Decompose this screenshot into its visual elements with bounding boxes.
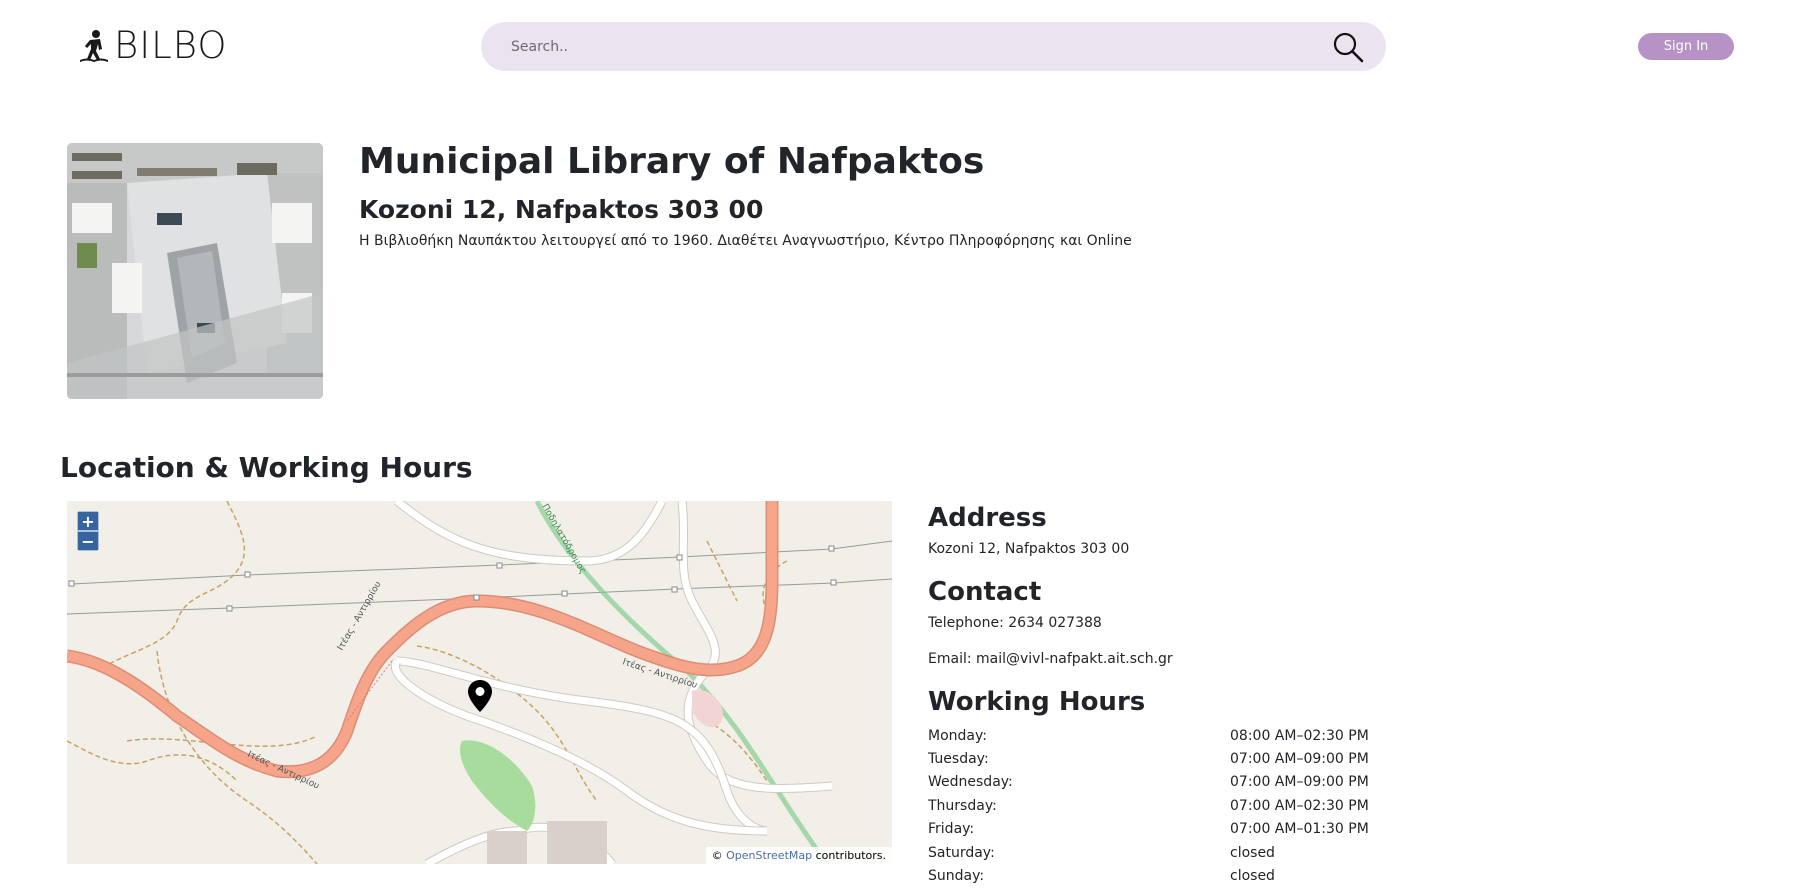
map-zoom-controls: + − — [77, 511, 99, 551]
email-text: Email: mail@vivl-nafpakt.ait.sch.gr — [928, 651, 1173, 667]
zoom-in-button[interactable]: + — [77, 511, 99, 531]
location-map[interactable]: Ιτέας - Αντιρρίου Ιτέας - Αντιρρίου Ιτέα… — [67, 501, 892, 864]
library-name: Municipal Library of Nafpaktos — [359, 141, 985, 182]
hours-row: Monday: 08:00 AM–02:30 PM — [928, 724, 1388, 747]
library-address: Kozoni 12, Nafpaktos 303 00 — [359, 195, 764, 224]
hours-day: Tuesday: — [928, 751, 989, 768]
hours-day: Saturday: — [928, 844, 995, 861]
openstreetmap-link[interactable]: OpenStreetMap — [726, 849, 812, 862]
library-description: Η Βιβλιοθήκη Ναυπάκτου λειτουργεί από το… — [359, 233, 1132, 249]
search-input[interactable] — [481, 22, 1301, 71]
hours-row: Wednesday: 07:00 AM–09:00 PM — [928, 771, 1388, 794]
logo-text: BILBO — [114, 24, 228, 67]
hours-row: Tuesday: 07:00 AM–09:00 PM — [928, 747, 1388, 770]
attribution-prefix: © — [711, 849, 723, 862]
sign-in-button[interactable]: Sign In — [1638, 33, 1734, 60]
hours-day: Friday: — [928, 821, 975, 838]
hours-row: Saturday: closed — [928, 841, 1388, 864]
hours-day: Wednesday: — [928, 774, 1013, 791]
hours-day: Monday: — [928, 727, 987, 744]
location-section-title: Location & Working Hours — [60, 451, 473, 484]
attribution-suffix: contributors. — [815, 849, 886, 862]
zoom-out-button[interactable]: − — [77, 531, 99, 551]
hours-row: Friday: 07:00 AM–01:30 PM — [928, 818, 1388, 841]
hours-time: 07:00 AM–02:30 PM — [1230, 797, 1369, 814]
hours-time: closed — [1230, 844, 1275, 861]
hours-time: 08:00 AM–02:30 PM — [1230, 727, 1369, 744]
contact-heading: Contact — [928, 577, 1042, 607]
working-hours-table: Monday: 08:00 AM–02:30 PM Tuesday: 07:00… — [928, 724, 1388, 888]
hours-time: 07:00 AM–01:30 PM — [1230, 821, 1369, 838]
address-heading: Address — [928, 503, 1047, 533]
hours-time: 07:00 AM–09:00 PM — [1230, 774, 1369, 791]
reader-logo-icon — [80, 30, 108, 62]
map-attribution: © OpenStreetMap contributors. — [705, 847, 892, 864]
telephone-text: Telephone: 2634 027388 — [928, 615, 1102, 631]
library-photo — [67, 143, 323, 399]
hours-time: 07:00 AM–09:00 PM — [1230, 751, 1369, 768]
hours-day: Sunday: — [928, 868, 985, 885]
search-icon[interactable] — [1332, 31, 1364, 63]
working-hours-heading: Working Hours — [928, 687, 1146, 717]
bilbo-logo[interactable]: BILBO — [78, 26, 227, 66]
hours-row: Thursday: 07:00 AM–02:30 PM — [928, 794, 1388, 817]
search-bar — [481, 22, 1386, 71]
location-pin-icon[interactable] — [468, 680, 492, 712]
hours-time: closed — [1230, 868, 1275, 885]
hours-row: Sunday: closed — [928, 864, 1388, 887]
address-text: Kozoni 12, Nafpaktos 303 00 — [928, 541, 1130, 557]
hours-day: Thursday: — [928, 797, 997, 814]
